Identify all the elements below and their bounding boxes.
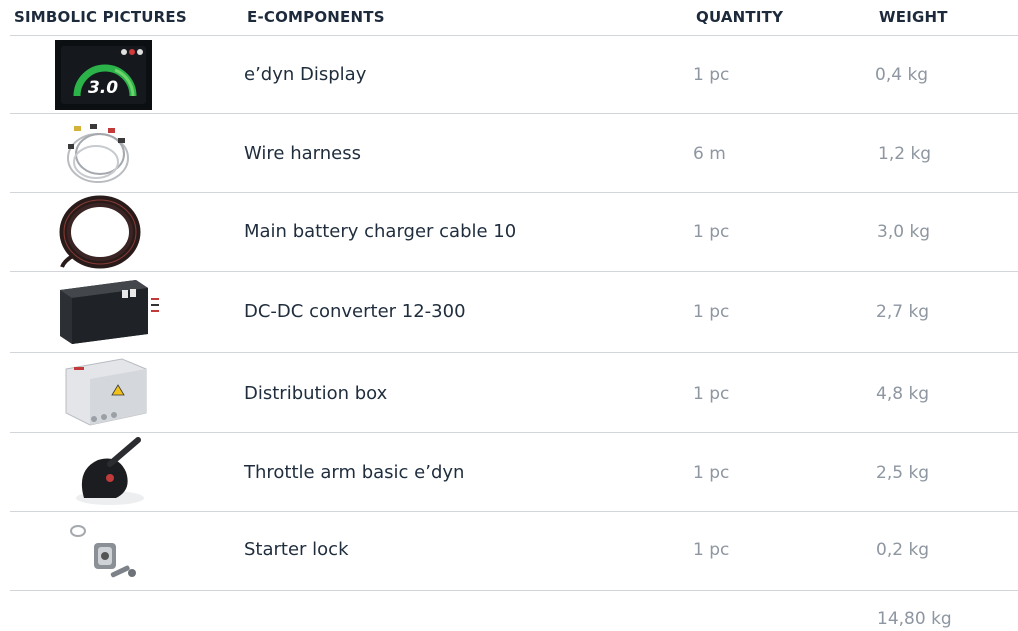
component-name: DC-DC converter 12-300 — [244, 301, 466, 322]
header-components: E-COMPONENTS — [247, 8, 385, 26]
quantity-value: 6 m — [693, 144, 726, 164]
row-divider — [10, 271, 1018, 272]
quantity-value: 1 pc — [693, 384, 730, 404]
weight-value: 0,2 kg — [876, 540, 930, 560]
throttle-icon — [76, 437, 144, 505]
wire-harness-icon — [67, 124, 129, 183]
svg-text:3.0: 3.0 — [88, 78, 118, 98]
quantity-value: 1 pc — [693, 302, 730, 322]
quantity-value: 1 pc — [693, 463, 730, 483]
header-weight: WEIGHT — [879, 8, 948, 26]
quantity-value: 1 pc — [693, 65, 730, 85]
component-name: Starter lock — [244, 539, 349, 560]
row-divider — [10, 432, 1018, 433]
component-name: Wire harness — [244, 143, 361, 164]
header-pictures: SIMBOLIC PICTURES — [14, 8, 187, 26]
component-name: Distribution box — [244, 383, 388, 404]
row-divider — [10, 352, 1018, 353]
component-name: Main battery charger cable 10 — [244, 221, 517, 242]
converter-icon — [60, 280, 159, 344]
weight-value: 4,8 kg — [876, 384, 930, 404]
display-icon: 3.0 — [55, 40, 152, 110]
component-name: Throttle arm basic e’dyn — [244, 462, 465, 483]
row-divider — [10, 113, 1018, 114]
row-divider — [10, 192, 1018, 193]
quantity-value: 1 pc — [693, 540, 730, 560]
header-quantity: QUANTITY — [696, 8, 784, 26]
row-divider — [10, 35, 1018, 36]
distribution-box-icon — [65, 358, 147, 426]
row-divider — [10, 511, 1018, 512]
weight-value: 1,2 kg — [878, 144, 932, 164]
row-divider — [10, 590, 1018, 591]
key-lock-icon — [70, 525, 136, 578]
quantity-value: 1 pc — [693, 222, 730, 242]
cable-coil-icon — [59, 195, 141, 269]
component-name: e’dyn Display — [244, 64, 367, 85]
weight-value: 2,5 kg — [876, 463, 930, 483]
weight-value: 0,4 kg — [875, 65, 929, 85]
weight-value: 2,7 kg — [876, 302, 930, 322]
weight-value: 3,0 kg — [877, 222, 931, 242]
total-weight: 14,80 kg — [877, 609, 952, 629]
